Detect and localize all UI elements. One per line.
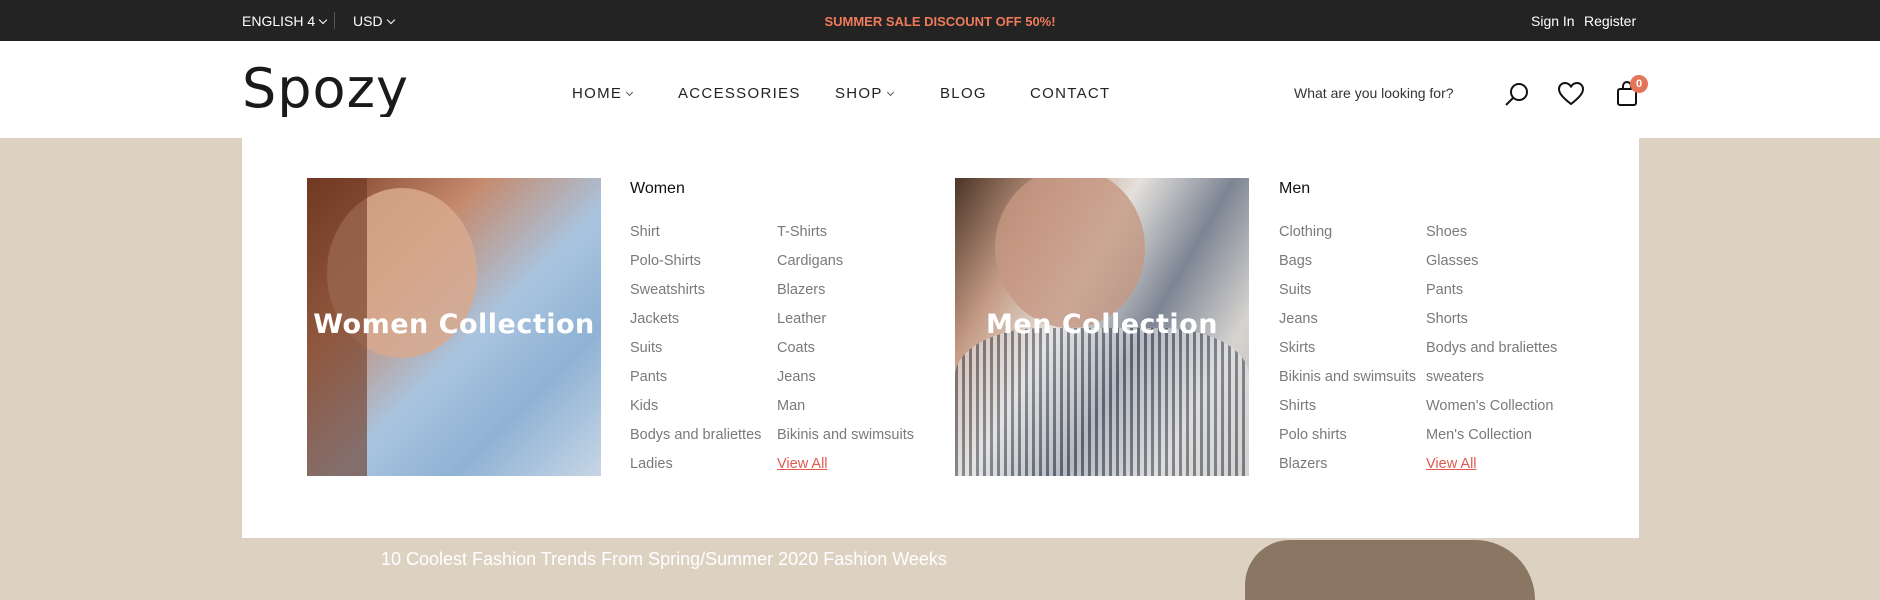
list-item[interactable]: Jeans	[1279, 310, 1416, 339]
men-list-2: Shoes Glasses Pants Shorts Bodys and bra…	[1426, 223, 1557, 484]
list-item[interactable]: Skirts	[1279, 339, 1416, 368]
search-input[interactable]	[1294, 85, 1454, 101]
list-item[interactable]: Shorts	[1426, 310, 1557, 339]
women-column-title[interactable]: Women	[630, 180, 685, 198]
chevron-down-icon	[626, 88, 634, 97]
men-collection-caption: Men Collection	[986, 309, 1218, 340]
nav-item-blog[interactable]: BLOG	[940, 85, 987, 102]
list-item[interactable]: Sweatshirts	[630, 281, 761, 310]
list-item[interactable]: Women's Collection	[1426, 397, 1557, 426]
list-item[interactable]: T-Shirts	[777, 223, 914, 252]
nav-label: CONTACT	[1030, 85, 1111, 102]
list-item[interactable]: Clothing	[1279, 223, 1416, 252]
list-item[interactable]: Leather	[777, 310, 914, 339]
nav-label: SHOP	[835, 85, 883, 102]
model-shirt	[955, 328, 1249, 476]
women-collection-caption: Women Collection	[313, 309, 595, 340]
list-item[interactable]: Polo shirts	[1279, 426, 1416, 455]
list-item[interactable]: Kids	[630, 397, 761, 426]
nav-label: HOME	[572, 85, 623, 102]
list-item[interactable]: Bodys and braliettes	[1426, 339, 1557, 368]
list-item[interactable]: Bodys and braliettes	[630, 426, 761, 455]
search-icon[interactable]	[1504, 81, 1530, 107]
list-item[interactable]: Cardigans	[777, 252, 914, 281]
list-item[interactable]: Suits	[1279, 281, 1416, 310]
view-all-link[interactable]: View All	[777, 455, 914, 484]
sign-in-link[interactable]: Sign In	[1531, 13, 1575, 29]
nav-item-shop[interactable]: SHOP	[835, 85, 894, 102]
list-item[interactable]: Suits	[630, 339, 761, 368]
list-item[interactable]: Bikinis and swimsuits	[777, 426, 914, 455]
list-item[interactable]: Jeans	[777, 368, 914, 397]
list-item[interactable]: Shirts	[1279, 397, 1416, 426]
nav-item-accessories[interactable]: ACCESSORIES	[678, 85, 801, 102]
list-item[interactable]: Ladies	[630, 455, 761, 484]
hero-image	[1245, 540, 1535, 600]
list-item[interactable]: Men's Collection	[1426, 426, 1557, 455]
list-item[interactable]: Bikinis and swimsuits	[1279, 368, 1416, 397]
chevron-down-icon	[886, 88, 894, 97]
list-item[interactable]: Coats	[777, 339, 914, 368]
model-image	[995, 178, 1145, 328]
heart-icon[interactable]	[1558, 82, 1584, 106]
nav-label: BLOG	[940, 85, 987, 102]
hero-subtitle: 10 Coolest Fashion Trends From Spring/Su…	[381, 549, 947, 569]
list-item[interactable]: Blazers	[777, 281, 914, 310]
nav-item-home[interactable]: HOME	[572, 85, 634, 102]
list-item[interactable]: Glasses	[1426, 252, 1557, 281]
cart-icon[interactable]: 0	[1616, 75, 1648, 107]
list-item[interactable]: Blazers	[1279, 455, 1416, 484]
list-item[interactable]: sweaters	[1426, 368, 1557, 397]
top-bar: ENGLISH 4 USD SUMMER SALE DISCOUNT OFF 5…	[0, 0, 1880, 41]
list-item[interactable]: Shirt	[630, 223, 761, 252]
list-item[interactable]: Bags	[1279, 252, 1416, 281]
list-item[interactable]: Pants	[630, 368, 761, 397]
women-list-2: T-Shirts Cardigans Blazers Leather Coats…	[777, 223, 914, 484]
list-item[interactable]: Man	[777, 397, 914, 426]
men-list-1: Clothing Bags Suits Jeans Skirts Bikinis…	[1279, 223, 1416, 484]
list-item[interactable]: Shoes	[1426, 223, 1557, 252]
register-link[interactable]: Register	[1584, 13, 1636, 29]
women-list-1: Shirt Polo-Shirts Sweatshirts Jackets Su…	[630, 223, 761, 484]
site-logo[interactable]: Spozy	[242, 61, 409, 117]
women-collection-banner[interactable]: Women Collection	[307, 178, 601, 476]
men-collection-banner[interactable]: Men Collection	[955, 178, 1249, 476]
view-all-link[interactable]: View All	[1426, 455, 1557, 484]
cart-count-badge: 0	[1630, 75, 1648, 93]
nav-label: ACCESSORIES	[678, 85, 801, 102]
nav-item-contact[interactable]: CONTACT	[1030, 85, 1110, 102]
list-item[interactable]: Pants	[1426, 281, 1557, 310]
men-column-title[interactable]: Men	[1279, 180, 1310, 198]
list-item[interactable]: Polo-Shirts	[630, 252, 761, 281]
list-item[interactable]: Jackets	[630, 310, 761, 339]
